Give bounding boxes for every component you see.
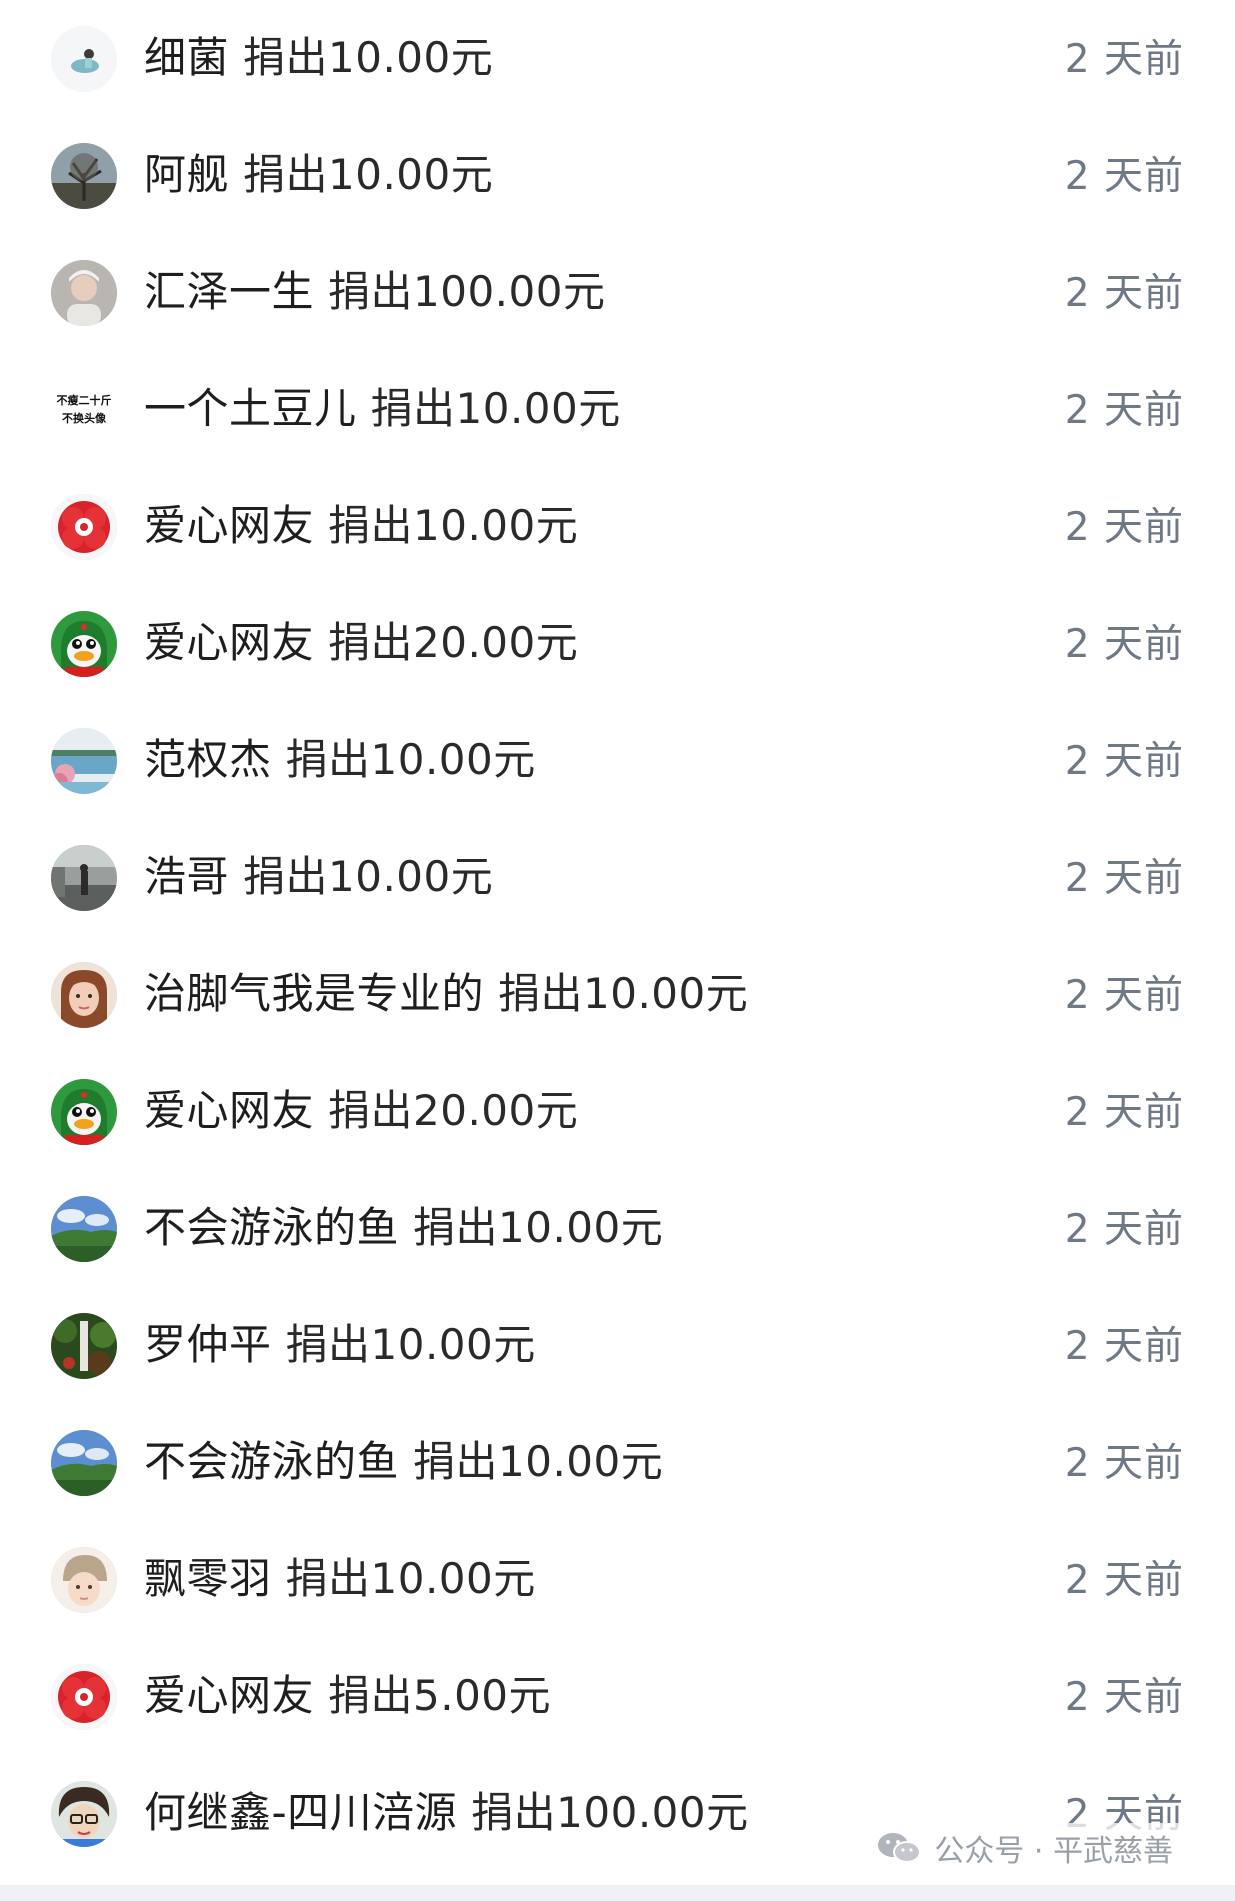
user-avatar[interactable]	[51, 260, 117, 326]
user-avatar[interactable]	[51, 1430, 117, 1496]
donation-amount: 捐出10.00元	[370, 384, 621, 433]
donation-row[interactable]: 浩哥 捐出10.00元 2 天前	[0, 819, 1235, 936]
donor-name: 阿舰	[144, 150, 230, 199]
user-avatar[interactable]	[51, 1079, 117, 1145]
donation-list: 细菌 捐出10.00元 2 天前 阿舰 捐出10.00元 2 天前 汇泽一生 捐出10…	[0, 0, 1235, 1872]
donor-name: 汇泽一生	[144, 267, 315, 316]
donor-name: 爱心网友	[144, 1086, 315, 1135]
donation-amount: 捐出10.00元	[243, 150, 494, 199]
donor-name: 治脚气我是专业的	[144, 969, 485, 1018]
user-avatar[interactable]	[51, 728, 117, 794]
donation-row[interactable]: 阿舰 捐出10.00元 2 天前	[0, 117, 1235, 234]
donation-time: 2 天前	[1064, 388, 1184, 433]
donation-time: 2 天前	[1064, 1441, 1184, 1486]
donation-row[interactable]: 爱心网友 捐出20.00元 2 天前	[0, 585, 1235, 702]
user-avatar[interactable]	[51, 143, 117, 209]
donation-amount: 捐出100.00元	[328, 267, 606, 316]
donor-name: 不会游泳的鱼	[144, 1203, 400, 1252]
donor-name: 罗仲平	[144, 1320, 272, 1369]
donation-time: 2 天前	[1064, 271, 1184, 316]
wechat-watermark: 公众号 · 平武慈善	[868, 1823, 1181, 1873]
donor-name: 不会游泳的鱼	[144, 1437, 400, 1486]
donor-name: 细菌	[144, 33, 230, 82]
donation-amount: 捐出5.00元	[328, 1671, 552, 1720]
donation-row[interactable]: 爱心网友 捐出5.00元 2 天前	[0, 1638, 1235, 1755]
avatar-text-line: 不瘦二十斤	[57, 393, 112, 407]
user-avatar[interactable]: 不瘦二十斤 不换头像	[51, 377, 117, 443]
user-avatar[interactable]	[51, 1664, 117, 1730]
donation-row[interactable]: 爱心网友 捐出20.00元 2 天前	[0, 1053, 1235, 1170]
donor-name: 浩哥	[144, 852, 230, 901]
donation-amount: 捐出10.00元	[413, 1203, 664, 1252]
donation-time: 2 天前	[1064, 622, 1184, 667]
donation-row[interactable]: 罗仲平 捐出10.00元 2 天前	[0, 1287, 1235, 1404]
donation-amount: 捐出10.00元	[285, 1320, 536, 1369]
donation-time: 2 天前	[1064, 1324, 1184, 1369]
donation-amount: 捐出10.00元	[328, 501, 579, 550]
donation-time: 2 天前	[1064, 1090, 1184, 1135]
bottom-edge	[0, 1885, 1235, 1901]
user-avatar[interactable]	[51, 1313, 117, 1379]
donation-row[interactable]: 飘零羽 捐出10.00元 2 天前	[0, 1521, 1235, 1638]
donation-row[interactable]: 细菌 捐出10.00元 2 天前	[0, 0, 1235, 117]
donation-amount: 捐出10.00元	[285, 1554, 536, 1603]
user-avatar[interactable]	[51, 1781, 117, 1847]
donor-name: 爱心网友	[144, 618, 315, 667]
user-avatar[interactable]	[51, 1547, 117, 1613]
user-avatar[interactable]	[51, 26, 117, 92]
user-avatar[interactable]	[51, 494, 117, 560]
donation-time: 2 天前	[1064, 154, 1184, 199]
donation-row[interactable]: 不会游泳的鱼 捐出10.00元 2 天前	[0, 1170, 1235, 1287]
donation-row[interactable]: 不瘦二十斤 不换头像 一个土豆儿 捐出10.00元 2 天前	[0, 351, 1235, 468]
user-avatar[interactable]	[51, 845, 117, 911]
donation-time: 2 天前	[1064, 1558, 1184, 1603]
avatar-text-line: 不换头像	[62, 411, 107, 425]
donor-name: 范权杰	[144, 735, 272, 784]
donor-name: 一个土豆儿	[144, 384, 357, 433]
donor-name: 何继鑫-四川涪源	[144, 1788, 458, 1837]
donation-row[interactable]: 爱心网友 捐出10.00元 2 天前	[0, 468, 1235, 585]
donation-time: 2 天前	[1064, 1675, 1184, 1720]
donor-name: 爱心网友	[144, 1671, 315, 1720]
donation-row[interactable]: 不会游泳的鱼 捐出10.00元 2 天前	[0, 1404, 1235, 1521]
donation-time: 2 天前	[1064, 739, 1184, 784]
donation-amount: 捐出100.00元	[471, 1788, 749, 1837]
donation-time: 2 天前	[1064, 505, 1184, 550]
donation-row[interactable]: 治脚气我是专业的 捐出10.00元 2 天前	[0, 936, 1235, 1053]
donation-amount: 捐出20.00元	[328, 618, 579, 667]
user-avatar[interactable]	[51, 962, 117, 1028]
donation-amount: 捐出20.00元	[328, 1086, 579, 1135]
donor-name: 飘零羽	[144, 1554, 272, 1603]
donation-time: 2 天前	[1064, 973, 1184, 1018]
wechat-icon	[878, 1833, 922, 1863]
donation-amount: 捐出10.00元	[285, 735, 536, 784]
donation-time: 2 天前	[1064, 1207, 1184, 1252]
user-avatar[interactable]	[51, 1196, 117, 1262]
donation-time: 2 天前	[1064, 37, 1184, 82]
donation-amount: 捐出10.00元	[243, 33, 494, 82]
donor-name: 爱心网友	[144, 501, 315, 550]
user-avatar[interactable]	[51, 611, 117, 677]
donation-time: 2 天前	[1064, 856, 1184, 901]
donation-row[interactable]: 范权杰 捐出10.00元 2 天前	[0, 702, 1235, 819]
donation-amount: 捐出10.00元	[243, 852, 494, 901]
donation-amount: 捐出10.00元	[413, 1437, 664, 1486]
donation-amount: 捐出10.00元	[498, 969, 749, 1018]
watermark-text: 公众号 · 平武慈善	[934, 1834, 1173, 1869]
donation-row[interactable]: 汇泽一生 捐出100.00元 2 天前	[0, 234, 1235, 351]
